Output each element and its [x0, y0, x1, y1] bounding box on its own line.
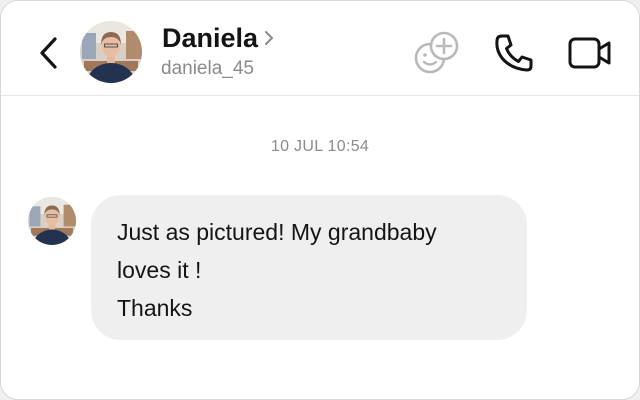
- message-timestamp: 10 JUL 10:54: [270, 138, 370, 155]
- back-button[interactable]: [35, 35, 61, 71]
- add-friend-icon: [414, 31, 459, 74]
- message-text-line: Just as pictured! My grandbaby: [117, 219, 437, 245]
- avatar-photo: [28, 197, 76, 245]
- call-button[interactable]: [491, 31, 537, 75]
- phone-icon: [495, 34, 533, 72]
- chat-window: Daniela daniela_45 10 JUL 10:54 Just as …: [0, 0, 640, 400]
- profile-chevron[interactable]: [263, 29, 275, 47]
- contact-avatar[interactable]: [80, 21, 142, 83]
- chevron-left-icon: [40, 37, 57, 69]
- contact-username: daniela_45: [161, 58, 254, 79]
- chat-header: Daniela daniela_45: [1, 1, 639, 96]
- video-call-button[interactable]: [567, 34, 613, 72]
- chevron-right-icon: [265, 31, 273, 45]
- avatar-photo: [80, 21, 142, 83]
- video-camera-icon: [568, 37, 611, 69]
- contact-name[interactable]: Daniela: [162, 23, 258, 54]
- message-bubble[interactable]: Just as pictured! My grandbaby loves it …: [91, 195, 527, 340]
- message-text-line: Thanks: [117, 295, 193, 321]
- add-friend-button[interactable]: [411, 29, 461, 77]
- sender-avatar[interactable]: [28, 197, 76, 245]
- message-text-line: loves it !: [117, 257, 202, 283]
